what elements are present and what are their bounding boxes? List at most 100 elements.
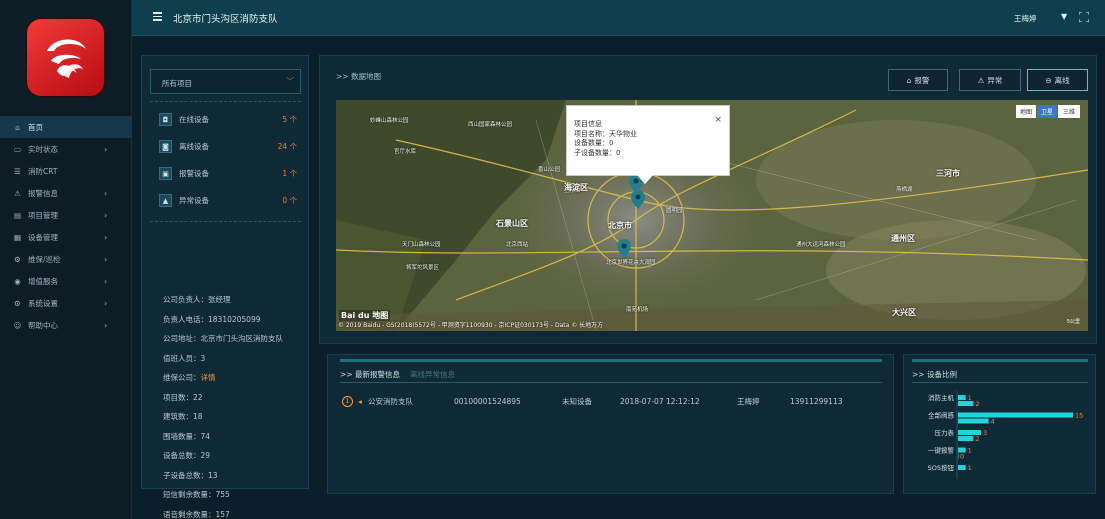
stat-row[interactable]: ◘ 在线设备 5 个	[150, 111, 301, 128]
sidebar-item-device[interactable]: ▦ 设备管理 ›	[0, 226, 132, 248]
data-map-panel: >> 数据地图 ⌂ 报警 ⚠ 异常 ⊖ 离线 地图 卫星 三维 妙峰山森林公园 …	[319, 55, 1097, 344]
stat-row[interactable]: ▣ 报警设备 1 个	[150, 165, 301, 182]
sidebar-item-settings[interactable]: ⚙ 系统设置 ›	[0, 292, 132, 314]
stat-value: 1 个	[282, 169, 297, 178]
sidebar-item-help[interactable]: ☺ 帮助中心 ›	[0, 314, 132, 336]
satellite-map[interactable]: 地图 卫星 三维 妙峰山森林公园 官厅水库 西山国家森林公园 香山公园 玉泉山 …	[336, 100, 1088, 331]
alarm-company: 公安消防支队	[368, 396, 413, 406]
popup-device-count: 设备数量：0	[574, 139, 614, 147]
chevron-down-icon: ﹀	[286, 77, 294, 86]
bar-value-label: 1	[968, 464, 972, 472]
detail-line: 维保公司：详情	[163, 372, 216, 383]
sidebar-item-label: 帮助中心	[28, 320, 58, 330]
alarm-device-icon: ▣	[159, 167, 172, 180]
detail-line: 围墙数量：74	[163, 431, 210, 442]
map-label-yuanmingyuan: 圆明园	[666, 208, 683, 214]
sidebar-nav: ⌂ 首页 ▭ 实时状态 › ☰ 消防CRT ⚠ 报警信息 › ▤ 项目管理 › ▦ 设备管理 › ⚙ 维保/巡检 ›…	[0, 116, 132, 336]
map-type-3d[interactable]: 三维	[1058, 105, 1080, 118]
detail-label: 维保公司：	[163, 373, 201, 382]
detail-value: 157	[215, 509, 230, 519]
divider	[150, 221, 301, 222]
detail-label: 短信剩余数量：	[163, 490, 216, 499]
stat-label: 异常设备	[179, 196, 209, 205]
bar	[958, 412, 1073, 418]
fullscreen-icon[interactable]	[1079, 12, 1089, 22]
overview-panel: 所有项目 ﹀ ◘ 在线设备 5 个 ◙ 离线设备 24 个 ▣ 报警设备 1 个 ▲ 异常设备 0 个…	[141, 55, 309, 519]
map-label-sanhe: 三河市	[936, 169, 960, 178]
home-icon: ⌂	[15, 122, 20, 132]
stat-row[interactable]: ◙ 离线设备 24 个	[150, 138, 301, 155]
detail-value: 74	[200, 431, 211, 441]
chevron-right-icon: ›	[104, 276, 108, 286]
sidebar-item-alarm[interactable]: ⚠ 报警信息 ›	[0, 182, 132, 204]
chevron-right-icon: ›	[104, 254, 108, 264]
divider	[150, 101, 301, 102]
popup-title: 项目信息	[574, 120, 602, 128]
map-marker-icon[interactable]	[631, 190, 645, 209]
map-panel-title: >> 数据地图	[336, 72, 381, 81]
bar	[958, 418, 989, 424]
sidebar-item-label: 消防CRT	[28, 166, 58, 176]
map-type-normal[interactable]: 地图	[1016, 105, 1036, 118]
category-label: 消防主机	[928, 393, 955, 402]
sidebar-item-label: 项目管理	[28, 210, 58, 220]
map-marker-icon[interactable]	[617, 239, 631, 258]
map-label-yanqi: 燕栖湖	[896, 187, 913, 193]
monitor-icon: ▭	[13, 144, 22, 154]
bar	[958, 453, 959, 459]
map-type-satellite[interactable]: 卫星	[1037, 105, 1057, 118]
detail-label: 围墙数量：	[163, 431, 201, 441]
offline-icon: ◙	[159, 140, 172, 153]
chevron-right-icon: ›	[104, 298, 108, 308]
sidebar-item-project[interactable]: ▤ 项目管理 ›	[0, 204, 132, 226]
alarm-row[interactable]: 1 ◂ 公安消防支队 00100001524895 未知设备 2018-07-07 12:…	[342, 395, 882, 407]
alarm-code: 00100001524895	[454, 396, 521, 406]
filter-offline-button[interactable]: ⊖ 离线	[1027, 69, 1088, 91]
tab-underline	[340, 382, 882, 383]
project-select[interactable]: 所有项目 ﹀	[150, 69, 301, 94]
detail-line: 负责人电话：18310205099	[163, 314, 261, 325]
filter-offline-label: 离线	[1054, 75, 1070, 85]
tab-offline-abnormal[interactable]: 离线异常信息	[410, 369, 455, 380]
popup-tail	[637, 175, 653, 184]
stat-label: 离线设备	[179, 142, 209, 151]
filter-alarm-button[interactable]: ⌂ 报警	[888, 69, 948, 91]
device-ratio-chart: 消防主机 12全部阀感 154压力表 32一键报警 10SOS按钮 1	[928, 391, 1083, 479]
sidebar-item-service[interactable]: ◉ 增值服务 ›	[0, 270, 132, 292]
sidebar-item-label: 系统设置	[28, 298, 58, 308]
sidebar-item-label: 报警信息	[28, 188, 58, 198]
detail-value: 18	[193, 412, 203, 421]
detail-label: 值班人员：	[163, 353, 201, 363]
detail-line: 设备总数：29	[163, 450, 210, 461]
map-label-tongzhou-canal: 通州大运河森林公园	[796, 242, 846, 248]
menu-toggle-icon[interactable]	[153, 12, 162, 21]
bar-value-label: 2	[975, 400, 979, 408]
service-icon: ◉	[14, 276, 21, 286]
user-name[interactable]: 王梅婷	[1014, 13, 1037, 24]
sidebar-item-maintenance[interactable]: ⚙ 维保/巡检 ›	[0, 248, 132, 270]
map-label-beijing: 北京市	[608, 221, 632, 230]
stat-row[interactable]: ▲ 异常设备 0 个	[150, 192, 301, 209]
sidebar-item-crt[interactable]: ☰ 消防CRT	[0, 160, 132, 182]
filter-abnormal-button[interactable]: ⚠ 异常	[959, 69, 1021, 91]
sidebar-item-home[interactable]: ⌂ 首页	[0, 116, 132, 138]
sidebar-item-monitor[interactable]: ▭ 实时状态 ›	[0, 138, 132, 160]
map-label-guanting: 官厅水库	[394, 149, 417, 155]
detail-line: 建筑数：18	[163, 411, 203, 422]
filter-abnormal-label: 异常	[987, 75, 1003, 85]
detail-value: 755	[215, 490, 230, 499]
tab-latest-alarms[interactable]: >> 最新报警信息	[340, 369, 400, 380]
map-label-xishan: 西山国家森林公园	[468, 122, 513, 128]
user-dropdown-icon[interactable]: ▼	[1061, 12, 1067, 21]
detail-link[interactable]: 详情	[201, 373, 216, 382]
sidebar-item-label: 维保/巡检	[28, 254, 61, 264]
sidebar: ⌂ 首页 ▭ 实时状态 › ☰ 消防CRT ⚠ 报警信息 › ▤ 项目管理 › ▦ 设备管理 › ⚙ 维保/巡检 ›…	[0, 0, 132, 519]
close-icon[interactable]: ×	[714, 115, 722, 125]
category-label: 压力表	[935, 428, 955, 437]
alarm-icon: ⌂	[906, 75, 912, 85]
online-icon: ◘	[159, 113, 172, 126]
chevron-right-icon: ›	[104, 320, 108, 330]
device-ratio-panel: >> 设备比例 消防主机 1 2 全部阀感 15 4 压力表 3 2 一键报警 1 0 SOS按钮 1	[903, 354, 1096, 494]
map-label-xiangshan: 香山公园	[538, 167, 561, 173]
detail-value: 13	[208, 470, 218, 480]
